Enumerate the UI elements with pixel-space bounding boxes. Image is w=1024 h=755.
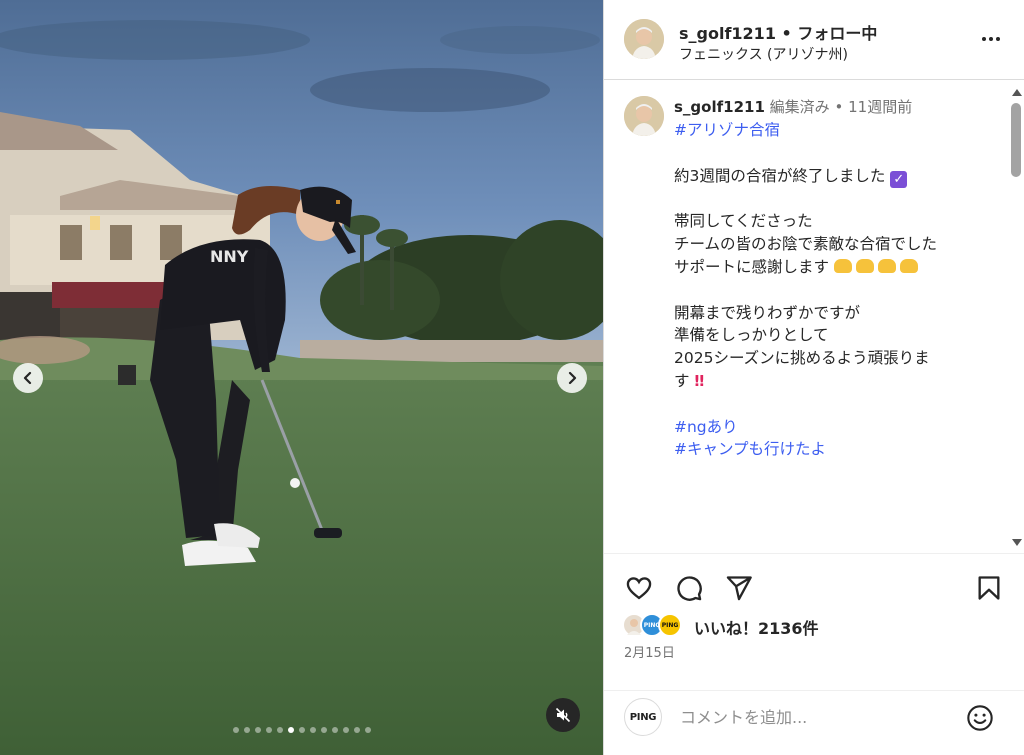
carousel-dot [254, 727, 261, 733]
caption-separator: • [834, 98, 844, 116]
header-username[interactable]: s_golf1211 [679, 24, 776, 43]
carousel-dot [320, 727, 327, 733]
speaker-muted-icon [555, 707, 571, 723]
bookmark-icon [978, 576, 1000, 600]
heart-hands-emoji [855, 258, 874, 273]
chevron-right-icon [568, 371, 577, 385]
carousel-prev-button[interactable] [13, 363, 43, 393]
carousel-dot [287, 727, 294, 733]
caption-scrollbar[interactable] [1009, 81, 1024, 553]
like-button[interactable] [624, 573, 654, 603]
carousel-next-button[interactable] [557, 363, 587, 393]
caption-line: 開幕まで残りわずかですが [674, 303, 861, 322]
share-button[interactable] [724, 573, 754, 603]
carousel-dot [243, 727, 250, 733]
carousel-dot [353, 727, 360, 733]
caption-line: 約3週間の合宿が終了しました [674, 166, 886, 185]
hashtag-link[interactable]: #キャンプも行けたよ [674, 440, 826, 458]
caption-line: す [674, 371, 690, 390]
caption-edited: 編集済み [769, 98, 830, 116]
svg-text:NNY: NNY [210, 247, 249, 266]
smiley-icon [967, 705, 993, 731]
scroll-up-arrow-icon[interactable] [1012, 89, 1022, 96]
comment-composer: PING [604, 690, 1024, 755]
carousel-dot [276, 727, 283, 733]
caption-text: #アリゾナ合宿 約3週間の合宿が終了しました ✓ 帯同してくださった チームの皆… [674, 119, 984, 461]
header-user-line: s_golf1211 • フォロー中 [679, 20, 877, 44]
chevron-left-icon [23, 371, 32, 385]
post-side-panel: s_golf1211 • フォロー中 フェニックス (アリゾナ州) s_golf… [603, 0, 1024, 755]
paper-plane-icon [726, 576, 752, 601]
more-options-button[interactable] [976, 26, 1006, 52]
post-dialog: NNY s_golf1211 • フォロー中 フェニックス (アリゾナ州) s_… [0, 0, 1024, 755]
more-horizontal-icon [982, 37, 986, 41]
caption-scroll-area[interactable]: s_golf1211 編集済み • 11週間前 #アリゾナ合宿 約3週間の合宿が… [604, 81, 1024, 553]
follow-status-button[interactable]: フォロー中 [797, 24, 877, 43]
carousel-dot [331, 727, 338, 733]
carousel-indicator [0, 727, 603, 733]
carousel-dot [309, 727, 316, 733]
liker-avatar: PING [658, 613, 682, 637]
post-date[interactable]: 2月15日 [624, 642, 675, 661]
comment-button[interactable] [674, 573, 704, 603]
save-button[interactable] [974, 573, 1004, 603]
heart-hands-emoji [833, 258, 852, 273]
caption-username[interactable]: s_golf1211 [674, 98, 765, 116]
scrollbar-thumb[interactable] [1011, 103, 1021, 177]
post-header: s_golf1211 • フォロー中 フェニックス (アリゾナ州) [604, 0, 1024, 80]
carousel-dot [265, 727, 272, 733]
likes-count[interactable]: いいね！2136件 [694, 615, 819, 639]
check-mark-emoji: ✓ [890, 170, 908, 188]
golf-photo: NNY [0, 0, 603, 755]
caption-line: 帯同してくださった [674, 212, 813, 231]
scroll-down-arrow-icon[interactable] [1012, 539, 1022, 546]
carousel-dot [364, 727, 371, 733]
carousel-dot [232, 727, 239, 733]
caption-avatar[interactable] [624, 96, 664, 136]
post-media[interactable]: NNY [0, 0, 603, 755]
hashtag-link[interactable]: #ngあり [674, 418, 738, 436]
carousel-dot [298, 727, 305, 733]
caption-line: サポートに感謝します [674, 257, 830, 276]
avatar-photo [624, 96, 664, 136]
caption-line: チームの皆のお陰で素敵な合宿でした [674, 235, 938, 254]
current-user-avatar: PING [624, 698, 662, 736]
caption-line: 準備をしっかりとして [674, 326, 829, 345]
post-actions: PING PING いいね！2136件 2月15日 [604, 553, 1024, 690]
comment-input[interactable] [680, 705, 940, 729]
caption-meta-line: s_golf1211 編集済み • 11週間前 [674, 96, 912, 117]
hashtag-link[interactable]: #アリゾナ合宿 [674, 121, 780, 139]
heart-hands-emoji [899, 258, 918, 273]
heart-icon [626, 577, 652, 600]
carousel-dot [342, 727, 349, 733]
comment-bubble-icon [677, 576, 702, 601]
heart-hands-emoji [877, 258, 896, 273]
header-separator: • [781, 24, 792, 43]
liked-by-avatars[interactable]: PING PING [622, 613, 692, 637]
avatar-photo [624, 19, 664, 59]
emoji-picker-button[interactable] [965, 703, 995, 733]
header-location[interactable]: フェニックス (アリゾナ州) [679, 44, 848, 64]
double-exclamation-emoji: ‼ [694, 371, 705, 390]
caption-line: 2025シーズンに挑めるよう頑張りま [674, 349, 930, 368]
caption-time[interactable]: 11週間前 [848, 98, 912, 116]
author-avatar[interactable] [624, 19, 664, 59]
